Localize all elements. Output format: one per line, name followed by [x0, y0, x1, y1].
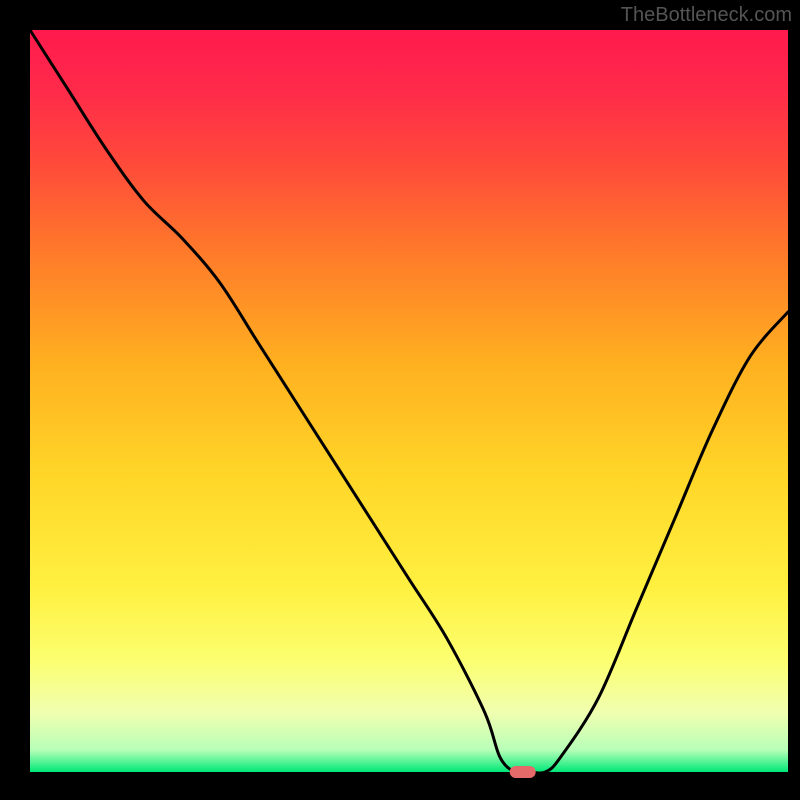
plot-background [30, 30, 788, 772]
optimal-marker [510, 766, 536, 778]
watermark-text: TheBottleneck.com [621, 4, 792, 27]
chart-container: { "watermark": "TheBottleneck.com", "cha… [0, 0, 800, 800]
bottleneck-chart [0, 0, 800, 800]
